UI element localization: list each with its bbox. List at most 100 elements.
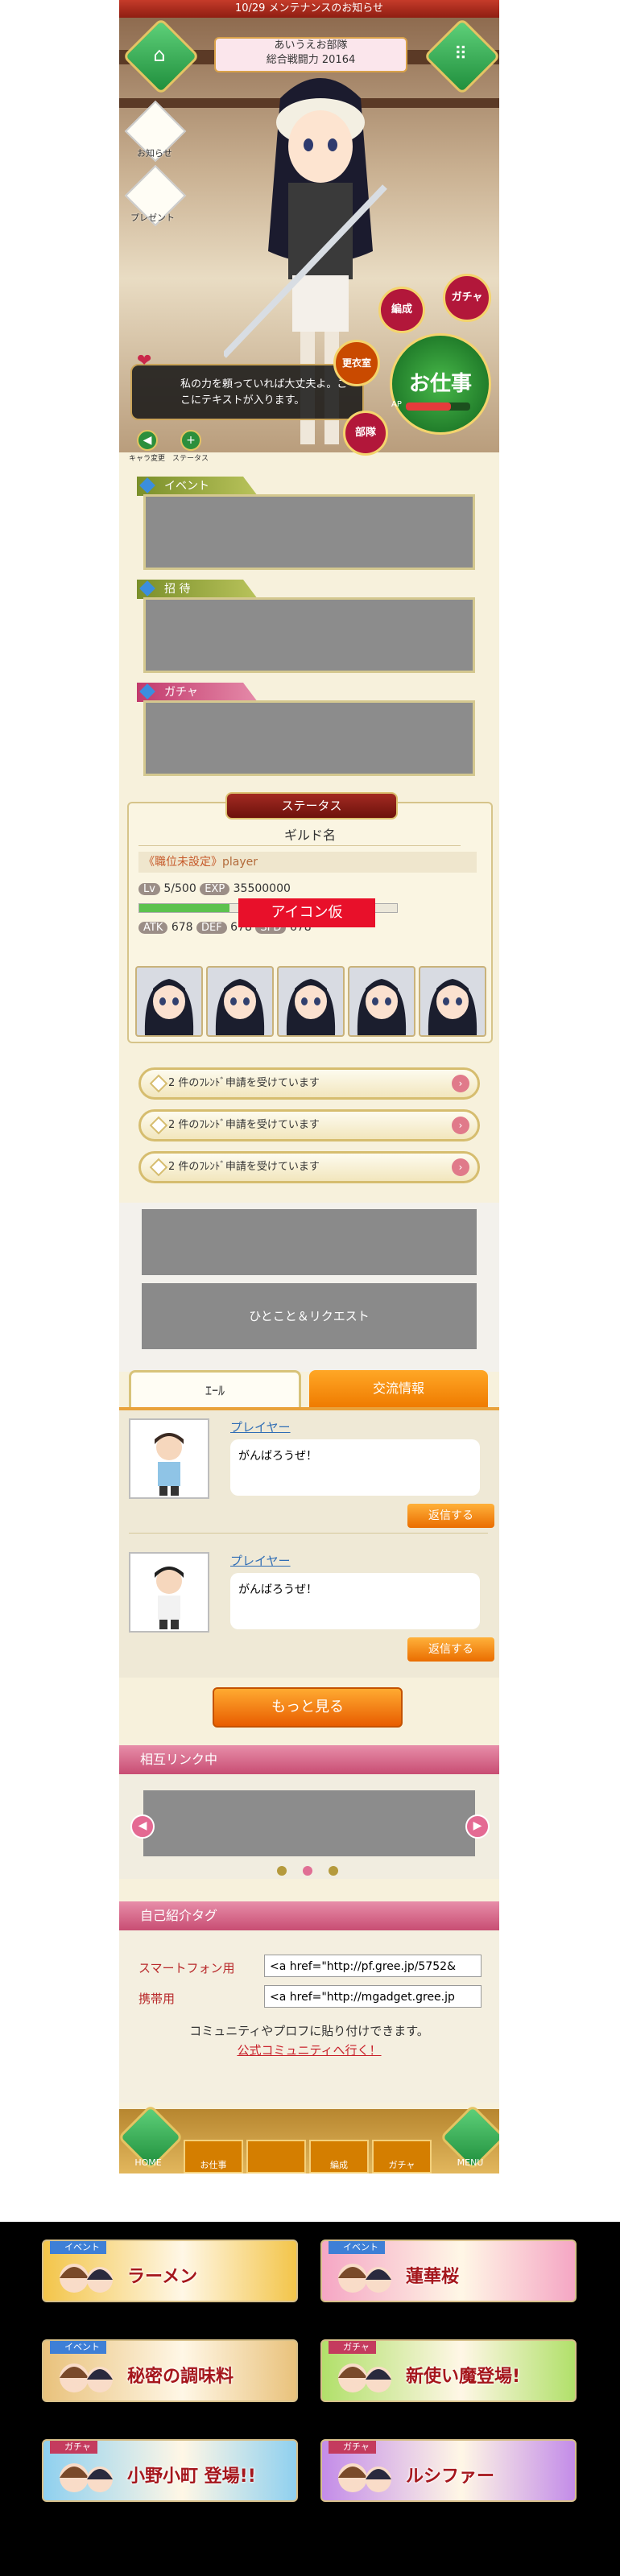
grid-icon: ⠿ xyxy=(453,44,468,64)
arrow-right-icon: › xyxy=(452,1158,469,1176)
atk-value: 678 xyxy=(171,921,193,934)
banner-title: 秘密の調味料 xyxy=(127,2367,234,2387)
exp-value: 35500000 xyxy=(233,882,291,895)
speech-text: 私の力を頼っていれば大丈夫よ。ここにテキストが入ります。 xyxy=(180,378,348,407)
promo-banner[interactable]: イベント 蓮華桜 xyxy=(320,2240,577,2302)
player-name: player xyxy=(222,856,258,869)
smartphone-label: スマートフォン用 xyxy=(138,1961,235,1975)
promo-banner[interactable]: イベント秘密の調味料 xyxy=(42,2339,298,2402)
character-portrait-icon xyxy=(428,979,477,1035)
ap-gauge: AP xyxy=(391,400,470,411)
event-banner-slot[interactable] xyxy=(143,494,475,570)
present-label: プレゼント xyxy=(130,213,175,223)
character-card[interactable] xyxy=(135,966,203,1037)
friend-request-item[interactable]: 2 件のﾌﾚﾝﾄﾞ申請を受けています › xyxy=(138,1067,480,1100)
promo-banner[interactable]: ガチャ ルシファー xyxy=(320,2439,577,2502)
pager-dot-active[interactable] xyxy=(303,1866,312,1876)
work-button[interactable]: お仕事 xyxy=(390,333,491,435)
nav-gacha[interactable]: ガチャ xyxy=(372,2140,432,2174)
event-section-tab: イベント xyxy=(137,477,258,496)
character-card[interactable] xyxy=(206,966,274,1037)
banner-title: ルシファー xyxy=(406,2467,495,2487)
ap-label: AP xyxy=(391,400,402,409)
character-change-button[interactable]: ◀ xyxy=(137,430,158,451)
gacha-button[interactable]: ガチャ xyxy=(443,274,491,322)
mutual-link-banner[interactable] xyxy=(143,1790,475,1856)
promo-banner[interactable]: イベント ラーメン xyxy=(42,2240,298,2302)
temp-icon-label: アイコン仮 xyxy=(238,898,375,927)
banner-character-icon xyxy=(55,2354,119,2401)
game-screen: あいうえお部隊 総合戦闘力 20164 10/29 メンテナンスのお知らせ ⌂ … xyxy=(119,0,499,2174)
tab-exchange[interactable]: 交流情報 xyxy=(309,1370,488,1407)
maintenance-notice[interactable]: 10/29 メンテナンスのお知らせ xyxy=(119,0,499,18)
club-button[interactable]: 部隊 xyxy=(343,411,388,456)
promo-banner[interactable]: ガチャ小野小町 登場!! xyxy=(42,2439,298,2502)
character-portrait-icon xyxy=(215,979,265,1035)
club-name: あいうえお部隊 xyxy=(274,39,348,52)
tab-yell[interactable]: ｴｰﾙ xyxy=(129,1370,301,1407)
banner-tag: イベント xyxy=(50,2241,106,2254)
character-portrait-icon xyxy=(286,979,336,1035)
post-author[interactable]: プレイヤー xyxy=(230,1552,291,1569)
def-label: DEF xyxy=(196,922,227,934)
arrow-right-icon: › xyxy=(452,1117,469,1134)
banner-tag: ガチャ xyxy=(329,2341,376,2354)
next-arrow-icon[interactable]: ▶ xyxy=(465,1814,490,1839)
banner-character-icon xyxy=(55,2454,119,2500)
lv-value: 5/500 xyxy=(163,882,196,895)
nav-work[interactable]: お仕事 xyxy=(184,2140,243,2174)
friend-request-item[interactable]: 2 件のﾌﾚﾝﾄﾞ申請を受けています › xyxy=(138,1151,480,1183)
banner-character-icon xyxy=(333,2454,398,2500)
promo-banner[interactable]: ガチャ新使い魔登場! xyxy=(320,2339,577,2402)
character-card[interactable] xyxy=(277,966,345,1037)
bottom-nav: HOME お仕事 編成 ガチャ MENU xyxy=(119,2103,499,2174)
intro-header: 自己紹介タグ xyxy=(119,1901,499,1930)
nav-work-label: お仕事 xyxy=(200,2160,227,2170)
lv-label: Lv xyxy=(138,883,160,895)
avatar[interactable] xyxy=(129,1418,209,1499)
post-author[interactable]: プレイヤー xyxy=(230,1418,291,1435)
reply-button[interactable]: 返信する xyxy=(407,1637,494,1662)
banner-character-icon xyxy=(55,2254,119,2301)
status-button[interactable]: + xyxy=(180,430,201,451)
event-label: イベント xyxy=(164,480,209,493)
pager-dot[interactable] xyxy=(277,1866,287,1876)
pager-dot[interactable] xyxy=(329,1866,338,1876)
banner-tag: ガチャ xyxy=(50,2441,97,2454)
post-message: がんばろうぜ！ xyxy=(230,1439,480,1496)
status-panel: ステータス ギルド名 《職位未設定》player Lv 5/500 EXP 35… xyxy=(127,792,493,1043)
hitokoto-request-button[interactable]: ひとこと＆リクエスト xyxy=(142,1283,477,1349)
guild-name: ギルド名 xyxy=(283,828,336,843)
reply-button[interactable]: 返信する xyxy=(407,1504,494,1528)
arrow-right-icon: › xyxy=(452,1075,469,1092)
mobile-tag-field[interactable]: <a href="http://mgadget.gree.jp xyxy=(264,1985,482,2008)
invite-banner-slot[interactable] xyxy=(143,597,475,673)
prev-arrow-icon[interactable]: ◀ xyxy=(130,1814,155,1839)
status-label: ステータス xyxy=(172,455,209,463)
home-icon: ⌂ xyxy=(153,43,166,66)
player-row: 《職位未設定》player xyxy=(138,852,477,873)
smartphone-tag-field[interactable]: <a href="http://pf.gree.jp/5752& xyxy=(264,1955,482,1977)
banner-character-icon xyxy=(333,2354,398,2401)
wardrobe-button[interactable]: 更衣室 xyxy=(333,340,380,386)
banner-title: 小野小町 登場!! xyxy=(127,2467,256,2487)
nav-gacha-label: ガチャ xyxy=(388,2160,415,2170)
official-community-link[interactable]: 公式コミュニティへ行く！ xyxy=(119,2041,499,2058)
character-card[interactable] xyxy=(419,966,486,1037)
news-label: お知らせ xyxy=(137,148,172,159)
power-label: 総合戦闘力 xyxy=(266,54,319,66)
banner-title: 新使い魔登場! xyxy=(406,2367,521,2387)
nav-blank[interactable] xyxy=(246,2140,306,2174)
avatar[interactable] xyxy=(129,1552,209,1633)
gacha-banner-slot[interactable] xyxy=(143,700,475,776)
nav-home-label: HOME xyxy=(134,2157,162,2168)
invite-section-tab: 招 待 xyxy=(137,580,258,599)
exp-fill xyxy=(139,904,229,912)
banner-showcase: イベント ラーメン イベント 蓮華桜 イベント 秘密の調味料 ガチャ 新使い魔登場! ガチャ 小野… xyxy=(0,2222,620,2576)
banner-tag: イベント xyxy=(50,2341,106,2354)
character-card[interactable] xyxy=(348,966,415,1037)
nav-edit[interactable]: 編成 xyxy=(309,2140,369,2174)
friend-request-item[interactable]: 2 件のﾌﾚﾝﾄﾞ申請を受けています › xyxy=(138,1109,480,1141)
more-button[interactable]: もっと見る xyxy=(213,1687,403,1728)
edit-button[interactable]: 編成 xyxy=(378,287,425,333)
